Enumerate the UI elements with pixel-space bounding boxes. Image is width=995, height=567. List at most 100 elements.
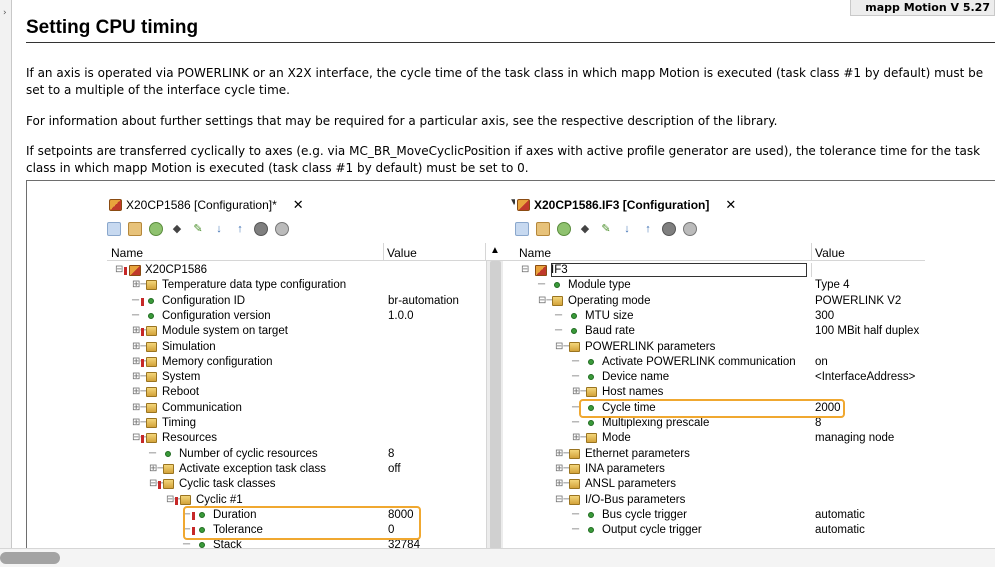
tree-row[interactable]: ⊞─ Temperature data type configuration <box>107 278 519 293</box>
tab-x20cp1586-config[interactable]: X20CP1586 [Configuration]* ✕ <box>107 195 310 215</box>
record-icon[interactable] <box>662 222 676 236</box>
tree-row[interactable]: ⊞─ Memory configuration <box>107 355 519 370</box>
paragraph-1: If an axis is operated via POWERLINK or … <box>26 66 984 97</box>
row-value[interactable]: <InterfaceAddress> <box>815 371 915 383</box>
tree-connector: ─ <box>132 309 140 321</box>
record-icon[interactable] <box>254 222 268 236</box>
sort-down-icon[interactable]: ↓ <box>212 222 226 236</box>
settings-icon[interactable] <box>683 222 697 236</box>
tree-row[interactable]: ─ Bus cycle trigger automatic <box>515 508 925 523</box>
refresh-icon[interactable] <box>557 222 571 236</box>
tree-row[interactable]: ─ Multiplexing prescale 8 <box>515 416 925 431</box>
close-icon[interactable]: ✕ <box>725 197 736 213</box>
diamond-icon[interactable]: ◆ <box>578 222 592 236</box>
tree-row[interactable]: ⊞─ INA parameters <box>515 462 925 477</box>
tree-row[interactable]: ─ Configuration ID br-automation <box>107 294 519 309</box>
tree-row[interactable]: ⊟─ POWERLINK parameters <box>515 340 925 355</box>
row-value[interactable]: automatic <box>815 524 865 536</box>
tree-row[interactable]: ⊟ X20CP1586 <box>107 263 519 278</box>
leaf-icon <box>588 420 594 426</box>
tree-row[interactable]: ⊞─ Simulation <box>107 340 519 355</box>
leaf-icon <box>554 282 560 289</box>
row-value[interactable]: automatic <box>815 509 865 521</box>
row-label: Module system on target <box>162 325 288 338</box>
collapse-icon[interactable]: ⊟ <box>521 264 529 275</box>
configuration-screenshot: X20CP1586 [Configuration]* ✕ ▼ ◆ ✎ ↓ ↑ N… <box>26 180 995 548</box>
folder-icon <box>586 387 597 398</box>
tab-label: X20CP1586 [Configuration]* <box>126 198 277 212</box>
tree-row[interactable]: ⊟─ Cyclic task classes <box>107 477 519 492</box>
right-tabbar: X20CP1586.IF3 [Configuration] ✕ <box>515 195 925 215</box>
sort-up-icon[interactable]: ↑ <box>233 222 247 236</box>
column-name[interactable]: Name <box>111 246 143 260</box>
left-toolbar: ◆ ✎ ↓ ↑ <box>107 219 519 239</box>
settings-icon[interactable] <box>275 222 289 236</box>
row-value[interactable]: 32784 <box>388 539 420 548</box>
view-icon[interactable] <box>515 222 529 236</box>
row-value[interactable]: 300 <box>815 310 834 322</box>
link-icon[interactable]: ✎ <box>599 222 613 236</box>
tree-row[interactable]: ─ Module type Type 4 <box>515 278 925 293</box>
row-value[interactable]: Type 4 <box>815 279 850 291</box>
tree-connector: ─ <box>183 539 191 548</box>
row-label: Configuration ID <box>162 294 246 307</box>
tree-row[interactable]: ⊟─ I/O-Bus parameters <box>515 493 925 508</box>
tree-row[interactable]: ─ Device name <InterfaceAddress> <box>515 370 925 385</box>
row-value[interactable]: 1.0.0 <box>388 310 414 322</box>
column-value[interactable]: Value <box>387 246 417 260</box>
tree-row[interactable]: ⊞─ Activate exception task class off <box>107 462 519 477</box>
tree-connector: ─ <box>572 508 580 520</box>
row-label: Bus cycle trigger <box>602 508 688 521</box>
row-value[interactable]: managing node <box>815 432 894 444</box>
tree-row[interactable]: ⊞─ Communication <box>107 401 519 416</box>
view-icon[interactable] <box>107 222 121 236</box>
tree-row[interactable]: ⊞─ Module system on target <box>107 324 519 339</box>
properties-icon[interactable] <box>128 222 142 236</box>
refresh-icon[interactable] <box>149 222 163 236</box>
folder-icon <box>163 463 174 474</box>
horizontal-scrollbar[interactable] <box>0 548 995 567</box>
row-label: MTU size <box>585 309 634 322</box>
sort-down-icon[interactable]: ↓ <box>620 222 634 236</box>
tree-row[interactable]: ⊞─ System <box>107 370 519 385</box>
row-value[interactable]: 100 MBit half duplex <box>815 325 919 337</box>
tab-if3-config[interactable]: X20CP1586.IF3 [Configuration] ✕ <box>515 195 743 215</box>
close-icon[interactable]: ✕ <box>293 197 304 213</box>
tree-row[interactable]: ⊞─ Timing <box>107 416 519 431</box>
tree-row[interactable]: ⊞─ Mode managing node <box>515 431 925 446</box>
link-icon[interactable]: ✎ <box>191 222 205 236</box>
row-value[interactable]: on <box>815 356 828 368</box>
row-label: Ethernet parameters <box>585 447 690 460</box>
inline-edit-field[interactable] <box>551 263 807 277</box>
row-value[interactable]: 8 <box>815 417 821 429</box>
leaf-icon <box>588 511 594 518</box>
left-property-grid: Name Value ▲ ⊟ X20CP1586 ⊞─ Temperature dat… <box>107 243 519 548</box>
row-value[interactable]: POWERLINK V2 <box>815 295 901 307</box>
row-value[interactable]: 8 <box>388 448 394 460</box>
tree-row[interactable]: ⊞─ ANSL parameters <box>515 477 925 492</box>
tree-row[interactable]: ⊞─ Reboot <box>107 385 519 400</box>
collapse-icon[interactable]: ⊟ <box>115 264 123 275</box>
column-value[interactable]: Value <box>815 246 845 260</box>
tree-row[interactable]: ─ Output cycle trigger automatic <box>515 523 925 538</box>
tree-row[interactable]: ⊟─ Resources <box>107 431 519 446</box>
right-toolbar: ◆ ✎ ↓ ↑ <box>515 219 925 239</box>
scroll-up-icon[interactable]: ▲ <box>490 245 500 256</box>
diamond-icon[interactable]: ◆ <box>170 222 184 236</box>
row-value[interactable]: br-automation <box>388 295 459 307</box>
tree-row[interactable]: ─ Baud rate 100 MBit half duplex <box>515 324 925 339</box>
column-name[interactable]: Name <box>519 246 551 260</box>
row-label: Cyclic #1 <box>196 493 243 506</box>
sort-up-icon[interactable]: ↑ <box>641 222 655 236</box>
properties-icon[interactable] <box>536 222 550 236</box>
tree-connector: ─ <box>555 325 563 337</box>
tree-row[interactable]: ⊞─ Ethernet parameters <box>515 447 925 462</box>
tree-row[interactable]: ─ Number of cyclic resources 8 <box>107 447 519 462</box>
tree-row[interactable]: ─ Activate POWERLINK communication on <box>515 355 925 370</box>
row-value[interactable]: off <box>388 463 401 475</box>
column-separator <box>811 263 812 277</box>
tree-row[interactable]: ⊟─ Operating mode POWERLINK V2 <box>515 294 925 309</box>
tree-row[interactable]: ─ MTU size 300 <box>515 309 925 324</box>
tree-row[interactable]: ─ Configuration version 1.0.0 <box>107 309 519 324</box>
scrollbar-thumb[interactable] <box>0 552 60 564</box>
